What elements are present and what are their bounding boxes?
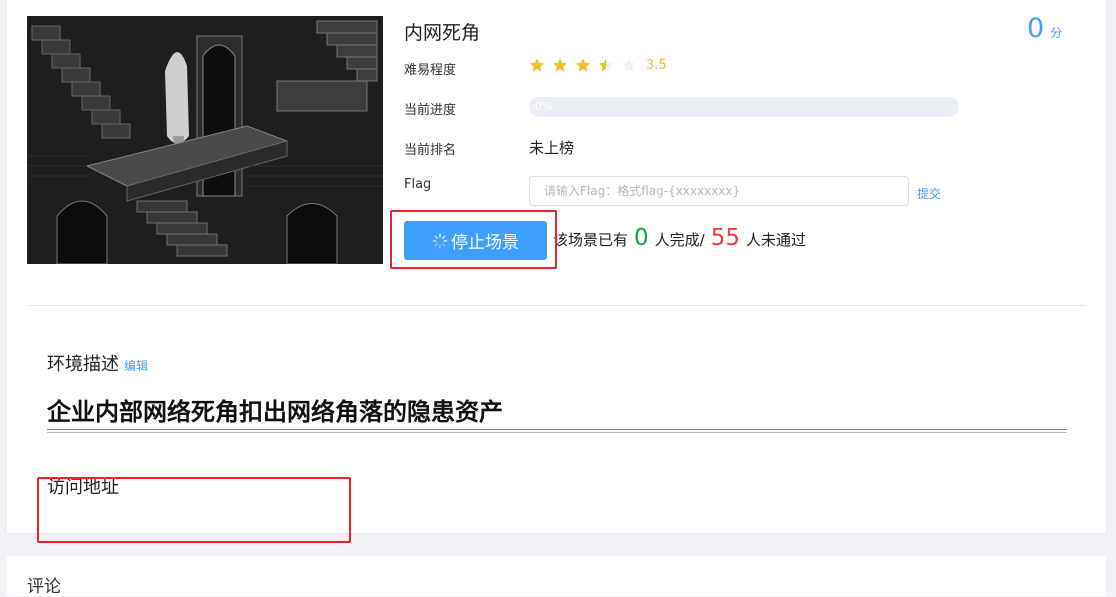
submit-flag-link[interactable]: 提交 bbox=[917, 185, 941, 202]
stats-suffix: 人未通过 bbox=[746, 231, 807, 249]
progress-bar: 0% bbox=[529, 97, 959, 117]
edit-description-link[interactable]: 编辑 bbox=[124, 359, 148, 373]
progress-label: 当前进度 bbox=[404, 103, 457, 118]
flag-label: Flag bbox=[404, 177, 432, 192]
difficulty-label: 难易程度 bbox=[404, 63, 457, 78]
flag-input[interactable] bbox=[529, 176, 909, 206]
progress-text: 0% bbox=[535, 100, 553, 113]
completed-count: 0 bbox=[634, 225, 649, 251]
completion-stats: 该场景已有 0 人完成/ 55 人未通过 bbox=[553, 225, 806, 251]
environment-description-body: 企业内部网络死角扣出网络角落的隐患资产 bbox=[47, 398, 503, 426]
rank-label: 当前排名 bbox=[404, 143, 457, 158]
highlight-box-access-address bbox=[37, 477, 351, 543]
score-unit: 分 bbox=[1050, 26, 1063, 40]
failed-count: 55 bbox=[710, 225, 740, 251]
star-icon bbox=[530, 58, 544, 72]
stats-prefix: 该场景已有 bbox=[553, 231, 629, 249]
comments-card: 评论 bbox=[7, 556, 1106, 597]
environment-description-heading: 环境描述 编辑 bbox=[47, 350, 148, 376]
star-empty-icon bbox=[622, 58, 636, 72]
scene-title: 内网死角 bbox=[404, 22, 481, 44]
rank-value: 未上榜 bbox=[529, 139, 575, 157]
description-underline bbox=[47, 429, 1067, 433]
highlight-box-stop-button bbox=[390, 210, 557, 269]
star-icon bbox=[576, 58, 590, 72]
score-display: 0分 bbox=[1027, 13, 1062, 44]
scene-cover-image bbox=[27, 16, 383, 264]
section-divider bbox=[27, 305, 1086, 306]
environment-description-title: 环境描述 bbox=[47, 354, 119, 375]
difficulty-rating: 3.5 bbox=[529, 57, 667, 73]
star-half-icon bbox=[599, 58, 613, 72]
scene-card: 内网死角 0分 难易程度 3.5 当前进度 0% 当前排名 未上榜 Flag 提… bbox=[7, 0, 1106, 543]
comments-heading: 评论 bbox=[27, 577, 61, 597]
difficulty-value: 3.5 bbox=[646, 57, 667, 73]
score-value: 0 bbox=[1027, 13, 1045, 44]
stats-mid: 人完成/ bbox=[654, 231, 705, 249]
star-icon bbox=[553, 58, 567, 72]
